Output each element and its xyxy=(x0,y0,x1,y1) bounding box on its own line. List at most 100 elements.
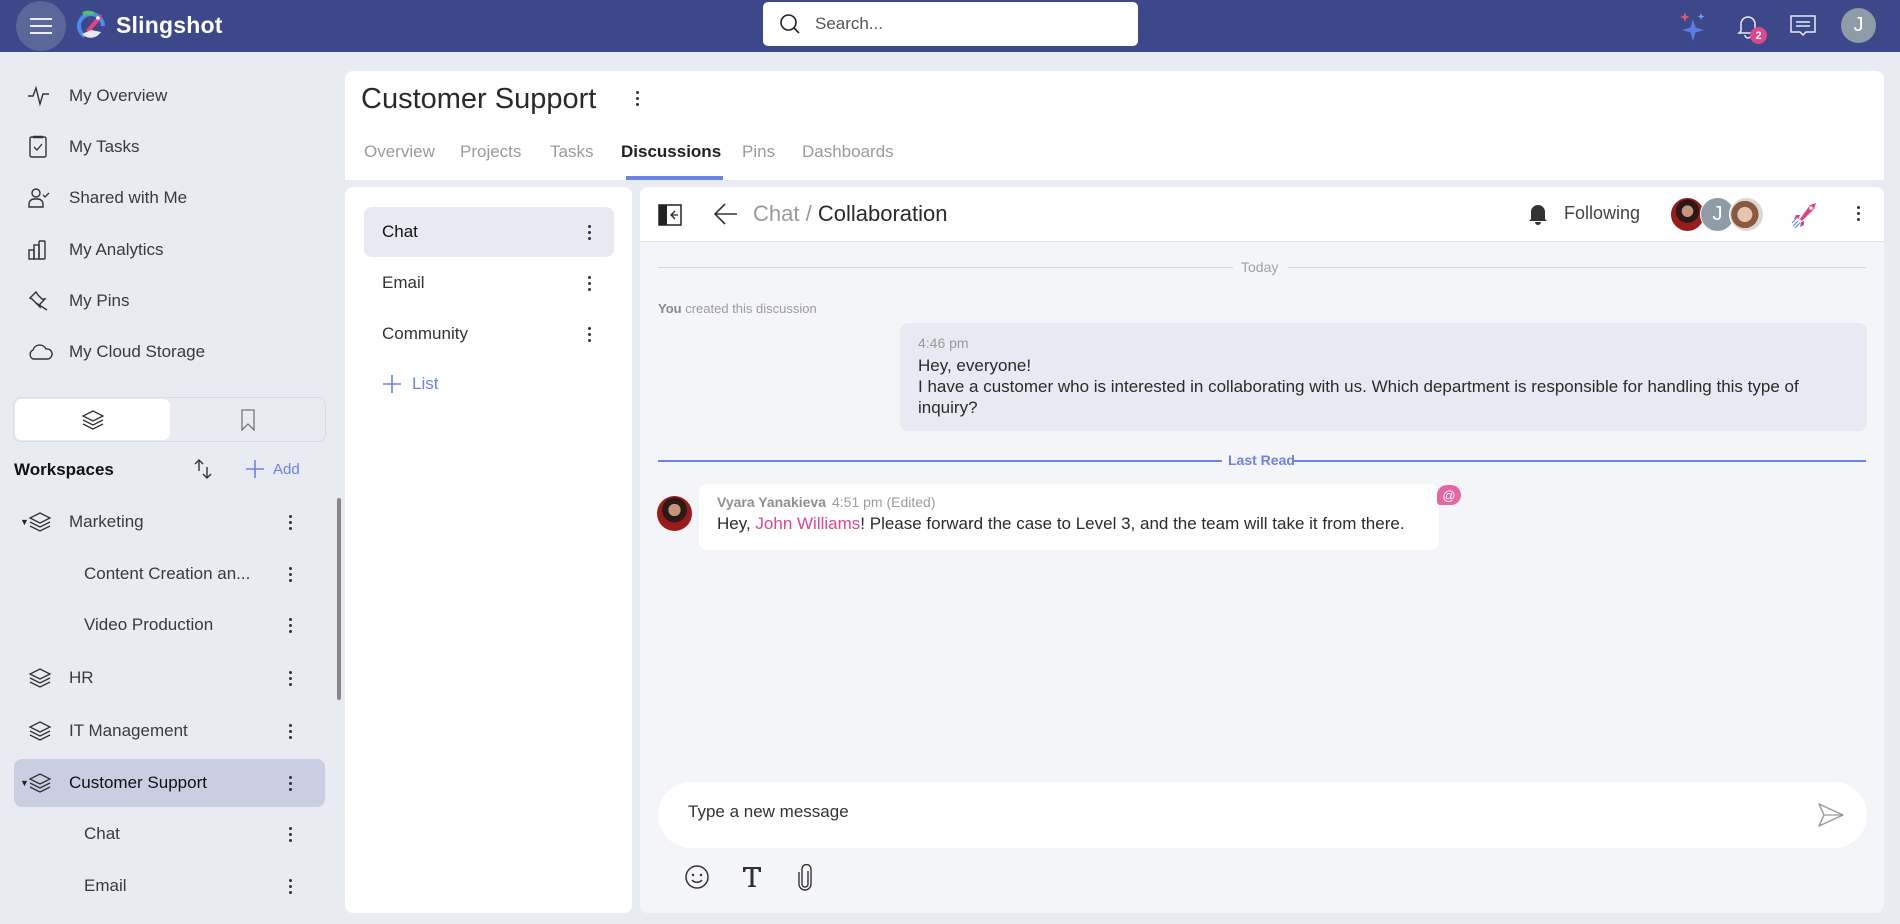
user-mention[interactable]: John Williams xyxy=(755,514,860,533)
nav-label: My Analytics xyxy=(69,240,164,259)
message-meta: Vyara Yanakieva 4:51 pm (Edited) xyxy=(717,494,1421,510)
system-message: You created this discussion xyxy=(658,301,817,316)
more-icon[interactable] xyxy=(289,617,293,633)
members-avatars[interactable]: J xyxy=(1670,197,1780,233)
add-workspace-button[interactable]: Add xyxy=(245,459,300,479)
more-icon[interactable] xyxy=(289,670,293,686)
attach-button[interactable] xyxy=(796,863,814,897)
ai-assistant-button[interactable] xyxy=(1676,9,1710,43)
search-input[interactable] xyxy=(815,14,1115,34)
tab-discussions[interactable]: Discussions xyxy=(621,142,721,162)
message-time: 4:46 pm xyxy=(918,335,969,351)
workspace-it-management[interactable]: IT Management xyxy=(14,707,325,755)
add-list-button[interactable]: List xyxy=(382,374,438,394)
tree-label: Customer Support xyxy=(69,773,207,792)
collapse-panel-button[interactable] xyxy=(658,204,682,231)
list-item-email[interactable]: Email xyxy=(364,258,614,308)
workspace-hr[interactable]: HR xyxy=(14,654,325,702)
tab-projects[interactable]: Projects xyxy=(460,142,521,162)
plus-icon xyxy=(246,460,264,478)
list-label: Chat xyxy=(382,222,418,241)
tab-overview[interactable]: Overview xyxy=(364,142,435,162)
top-bar: Slingshot 2 J xyxy=(0,0,1900,52)
rocket-icon xyxy=(1791,203,1816,229)
breadcrumb-parent[interactable]: Chat xyxy=(753,201,799,226)
sidebar-view-toggle xyxy=(13,397,326,442)
nav-my-overview[interactable]: My Overview xyxy=(14,74,324,118)
workspace-marketing[interactable]: ▼ Marketing xyxy=(14,498,325,546)
layers-icon xyxy=(28,511,52,538)
nav-shared-with-me[interactable]: Shared with Me xyxy=(14,176,324,220)
more-icon[interactable] xyxy=(289,566,293,582)
boost-button[interactable] xyxy=(1790,201,1818,234)
sidebar: My Overview My Tasks Shared with Me My A… xyxy=(0,52,341,924)
workspaces-view-button[interactable] xyxy=(15,399,170,440)
workspace-customer-support[interactable]: ▼ Customer Support xyxy=(14,759,325,807)
bell-filled-icon xyxy=(1529,205,1547,225)
layers-icon xyxy=(28,720,52,747)
tab-dashboards[interactable]: Dashboards xyxy=(802,142,894,162)
discussion-more-icon[interactable] xyxy=(1857,206,1861,221)
follow-label: Following xyxy=(1564,202,1641,223)
more-icon[interactable] xyxy=(588,326,592,342)
nav-my-pins[interactable]: My Pins xyxy=(14,279,324,323)
send-button[interactable] xyxy=(1817,802,1845,833)
notifications-button[interactable]: 2 xyxy=(1731,9,1767,44)
more-icon[interactable] xyxy=(289,775,293,791)
nav-my-cloud-storage[interactable]: My Cloud Storage xyxy=(14,330,324,374)
sort-icon xyxy=(194,459,212,479)
divider xyxy=(658,267,1233,268)
more-icon[interactable] xyxy=(289,878,293,894)
more-icon[interactable] xyxy=(588,224,592,240)
tab-tasks[interactable]: Tasks xyxy=(550,142,593,162)
workspace-more-icon[interactable] xyxy=(636,91,640,106)
incoming-message[interactable]: Vyara Yanakieva 4:51 pm (Edited) Hey, Joh… xyxy=(699,484,1439,550)
emoji-button[interactable] xyxy=(684,864,710,895)
active-tab-indicator xyxy=(626,176,723,180)
sort-button[interactable] xyxy=(191,457,215,486)
app-logo[interactable]: Slingshot xyxy=(74,8,223,42)
activity-icon xyxy=(27,85,57,107)
nav-label: Shared with Me xyxy=(69,188,188,207)
more-icon[interactable] xyxy=(289,514,293,530)
cloud-icon xyxy=(27,342,57,362)
smiley-icon xyxy=(685,865,709,889)
user-avatar[interactable]: J xyxy=(1841,8,1876,43)
arrow-left-icon xyxy=(713,203,737,225)
text-format-button[interactable] xyxy=(741,864,763,895)
discussion-title: Collaboration xyxy=(817,201,948,226)
list-content-creation[interactable]: Content Creation an... xyxy=(14,550,325,598)
own-message[interactable]: 4:46 pm Hey, everyone! I have a customer… xyxy=(900,323,1867,431)
nav-label: My Overview xyxy=(69,86,168,105)
menu-button[interactable] xyxy=(16,1,66,51)
discussion-panel: Chat / Collaboration Following J Today Y… xyxy=(640,187,1884,913)
nav-my-tasks[interactable]: My Tasks xyxy=(14,125,324,169)
list-item-chat[interactable]: Chat xyxy=(364,207,614,257)
more-icon[interactable] xyxy=(588,275,592,291)
list-chat[interactable]: Chat xyxy=(14,810,325,858)
search-box[interactable] xyxy=(763,2,1138,46)
clipboard-check-icon xyxy=(27,135,57,159)
mention-badge-icon: @ xyxy=(1437,485,1461,505)
more-icon[interactable] xyxy=(289,826,293,842)
list-email[interactable]: Email xyxy=(14,862,325,910)
more-icon[interactable] xyxy=(289,723,293,739)
back-button[interactable] xyxy=(713,201,739,232)
list-item-community[interactable]: Community xyxy=(364,309,614,359)
sidebar-scrollbar[interactable] xyxy=(337,498,341,700)
author-avatar[interactable] xyxy=(657,496,692,531)
bookmarks-view-button[interactable] xyxy=(170,399,325,440)
tree-label: Video Production xyxy=(84,615,214,634)
day-label: Today xyxy=(1241,259,1279,275)
member-avatar xyxy=(1729,197,1764,232)
tree-label: Content Creation an... xyxy=(84,564,251,583)
follow-button[interactable]: Following xyxy=(1526,201,1640,225)
message-input[interactable] xyxy=(688,802,1788,822)
bar-chart-icon xyxy=(27,239,57,261)
tree-label: Marketing xyxy=(69,512,144,531)
messages-button[interactable] xyxy=(1786,9,1820,43)
list-video-production[interactable]: Video Production xyxy=(14,601,325,649)
nav-my-analytics[interactable]: My Analytics xyxy=(14,228,324,272)
tab-pins[interactable]: Pins xyxy=(742,142,775,162)
search-icon xyxy=(780,14,800,34)
